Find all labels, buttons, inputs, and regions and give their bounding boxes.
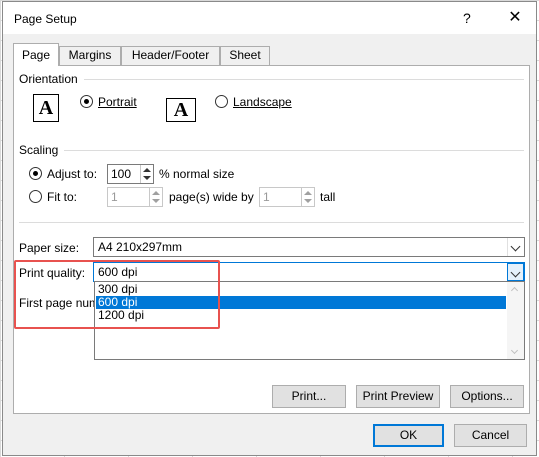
- spin-down-icon[interactable]: [143, 176, 151, 180]
- fit-to-label[interactable]: Fit to:: [47, 190, 77, 204]
- print-preview-button[interactable]: Print Preview: [356, 385, 440, 408]
- dropdown-scrollbar[interactable]: [507, 282, 524, 359]
- spin-down-icon[interactable]: [152, 199, 160, 203]
- ok-button[interactable]: OK: [373, 424, 444, 447]
- paper-size-value[interactable]: A4 210x297mm: [98, 240, 182, 254]
- tab-margins[interactable]: Margins: [59, 46, 121, 65]
- page-tab-panel: Orientation A Portrait A Landscape Scali…: [13, 65, 530, 414]
- orientation-heading: Orientation: [19, 72, 78, 86]
- pages-wide-by-label: page(s) wide by: [169, 190, 254, 204]
- adjust-to-radio[interactable]: [29, 167, 42, 180]
- highlight-box: [14, 260, 220, 329]
- paper-size-select[interactable]: A4 210x297mm: [93, 237, 525, 257]
- adjust-to-label[interactable]: Adjust to:: [47, 167, 97, 181]
- fit-wide-spinner[interactable]: 1: [107, 187, 163, 207]
- spin-up-icon[interactable]: [152, 191, 160, 195]
- cancel-button[interactable]: Cancel: [454, 424, 527, 447]
- landscape-radio[interactable]: [215, 95, 228, 108]
- options-button[interactable]: Options...: [450, 385, 524, 408]
- dialog-title: Page Setup: [14, 12, 77, 26]
- scroll-up-icon[interactable]: [510, 286, 519, 295]
- scaling-heading: Scaling: [19, 143, 59, 157]
- close-icon[interactable]: ✕: [500, 6, 530, 30]
- adjust-to-value[interactable]: 100: [111, 167, 131, 181]
- landscape-page-icon: A: [166, 98, 196, 122]
- paper-size-label: Paper size:: [19, 241, 80, 255]
- portrait-page-icon: A: [33, 94, 59, 122]
- fit-wide-value[interactable]: 1: [111, 190, 118, 204]
- spinner-arrows[interactable]: [140, 165, 153, 183]
- tall-label: tall: [320, 190, 336, 204]
- spin-down-icon[interactable]: [304, 199, 312, 203]
- separator: [84, 79, 524, 80]
- fit-tall-spinner[interactable]: 1: [259, 187, 315, 207]
- portrait-radio[interactable]: [80, 95, 93, 108]
- print-button[interactable]: Print...: [272, 385, 346, 408]
- spin-up-icon[interactable]: [143, 168, 151, 172]
- help-icon[interactable]: ?: [463, 10, 471, 26]
- title-bar: Page Setup ? ✕: [3, 2, 536, 34]
- spinner-arrows[interactable]: [149, 188, 162, 206]
- adjust-to-spinner[interactable]: 100: [107, 164, 154, 184]
- separator: [64, 150, 524, 151]
- chevron-down-icon[interactable]: [507, 238, 524, 256]
- fit-tall-value[interactable]: 1: [263, 190, 270, 204]
- normal-size-label: % normal size: [159, 167, 235, 181]
- tab-sheet[interactable]: Sheet: [220, 46, 270, 65]
- spin-up-icon[interactable]: [304, 191, 312, 195]
- chevron-down-icon[interactable]: [507, 263, 524, 281]
- portrait-label[interactable]: Portrait: [98, 95, 137, 109]
- separator: [19, 222, 524, 223]
- landscape-label[interactable]: Landscape: [233, 95, 292, 109]
- spinner-arrows[interactable]: [301, 188, 314, 206]
- page-setup-dialog: Page Setup ? ✕ Page Margins Header/Foote…: [2, 1, 537, 456]
- scroll-down-icon[interactable]: [510, 346, 519, 355]
- tab-header-footer[interactable]: Header/Footer: [121, 46, 220, 65]
- tab-page[interactable]: Page: [13, 43, 59, 66]
- fit-to-radio[interactable]: [29, 190, 42, 203]
